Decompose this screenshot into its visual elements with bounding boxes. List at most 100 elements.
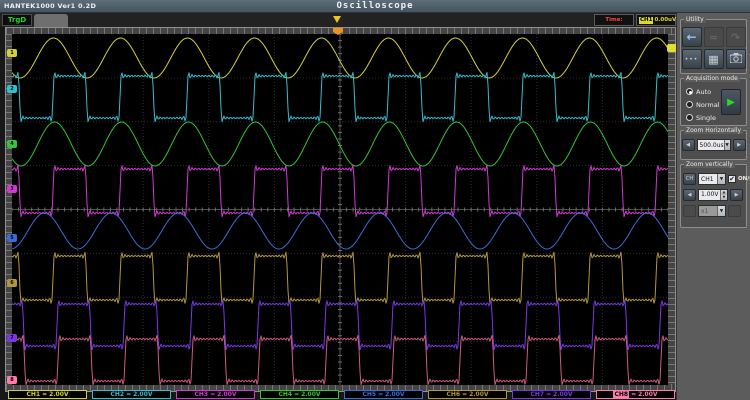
timebase-decrease-button[interactable]: ◀ xyxy=(682,139,695,151)
undo-button: ↷ xyxy=(726,27,746,47)
chevron-right-icon: ▶ xyxy=(737,142,741,148)
coupling-icon: = xyxy=(42,391,47,398)
channel-chip-volts: 2.00V xyxy=(553,391,572,398)
play-icon: ▶ xyxy=(727,97,735,108)
volts-per-div-spinner[interactable]: 1.00V ▲ ▼ xyxy=(698,189,728,201)
title-bar: HANTEK1000 Ver1 0.2D Oscilloscope xyxy=(0,0,750,13)
probe-ratio-value: x1 xyxy=(699,208,717,215)
radio-label: Single xyxy=(696,114,716,122)
camera-button[interactable] xyxy=(726,49,746,69)
radio-icon[interactable] xyxy=(686,114,693,121)
channel-6-offset-marker[interactable]: 6 xyxy=(7,279,17,287)
zoom-horizontal-title: Zoom Horizontally xyxy=(684,127,743,134)
coupling-icon: = xyxy=(631,391,636,398)
channel-4-offset-marker[interactable]: 4 xyxy=(7,140,17,148)
acquisition-group-title: Acquisition mode xyxy=(684,75,740,82)
channel-chip-name: CH1 xyxy=(26,391,40,398)
channel-chip-name: CH6 xyxy=(446,391,460,398)
channel-onoff-checkbox[interactable]: ✔ xyxy=(728,175,736,183)
chevron-right-icon: ▶ xyxy=(735,192,739,198)
acquisition-option-normal[interactable]: Normal xyxy=(686,98,720,111)
waveform-plot[interactable] xyxy=(12,34,668,385)
pulse-button: ≈ xyxy=(704,27,724,47)
acquisition-option-single[interactable]: Single xyxy=(686,111,720,124)
channel-chip-name: CH7 xyxy=(530,391,544,398)
back-button[interactable]: ← xyxy=(682,27,702,47)
probe-decrease-button xyxy=(683,205,696,217)
coupling-icon: = xyxy=(462,391,467,398)
check-icon: ✔ xyxy=(729,175,735,183)
channel-status-bar: CH1=2.00VCH2=2.00VCH3=2.00VCH4=2.00VCH5=… xyxy=(5,390,676,400)
channel-chip-name: CH8 xyxy=(613,391,629,398)
radio-label: Normal xyxy=(696,101,720,109)
channel-chip-volts: 2.00V xyxy=(385,391,404,398)
channel-chip-ch2[interactable]: CH2=2.00V xyxy=(92,390,171,399)
trigger-level-marker[interactable] xyxy=(667,44,676,52)
zoom-vertical-title: Zoom vertically xyxy=(684,161,735,168)
channel-chip-ch1[interactable]: CH1=2.00V xyxy=(8,390,87,399)
radio-icon[interactable] xyxy=(686,101,693,108)
trigger-readout: CH1 0.00uV xyxy=(636,14,676,26)
timebase-value: 500.0us xyxy=(698,142,724,149)
volts-decrease-button[interactable]: ◀ xyxy=(683,189,696,201)
channel-chip-name: CH3 xyxy=(194,391,208,398)
run-stop-button[interactable]: ▶ xyxy=(721,89,741,115)
channel-chip-volts: 2.00V xyxy=(133,391,152,398)
undo-icon: ↷ xyxy=(731,31,740,44)
channel-3-offset-marker[interactable]: 3 xyxy=(7,185,17,193)
acquisition-group: Acquisition mode Auto Normal Single ▶ xyxy=(680,78,747,126)
channel-chip-ch4[interactable]: CH4=2.00V xyxy=(260,390,339,399)
channel-chip-ch6[interactable]: CH6=2.00V xyxy=(428,390,507,399)
utility-group-title: Utility xyxy=(684,16,706,23)
zoom-vertical-group: Zoom vertically CH CH1 ▼ ✔ ON/OFF ◀ 1.00… xyxy=(680,164,747,228)
control-panel: Utility ← ≈ ↷ ••• ▦ Acquisition mode Auto Nor… xyxy=(676,13,750,400)
channel-8-offset-marker[interactable]: 8 xyxy=(7,376,17,384)
channel-chip-ch7[interactable]: CH7=2.00V xyxy=(512,390,591,399)
channel-2-offset-marker[interactable]: 2 xyxy=(7,85,17,93)
probe-increase-button xyxy=(728,205,741,217)
channel-chip-ch8[interactable]: CH8=2.00V xyxy=(596,390,675,399)
chevron-left-icon: ◀ xyxy=(686,142,690,148)
utility-group: Utility ← ≈ ↷ ••• ▦ xyxy=(680,19,747,74)
channel-chip-volts: 2.00V xyxy=(49,391,68,398)
channel-select-value: CH1 xyxy=(699,176,717,183)
coupling-icon: = xyxy=(210,391,215,398)
channel-7-offset-marker[interactable]: 7 xyxy=(7,334,17,342)
back-arrow-icon: ← xyxy=(686,30,696,44)
channel-select[interactable]: CH1 ▼ xyxy=(698,173,726,185)
timebase-increase-button[interactable]: ▶ xyxy=(733,139,746,151)
chevron-left-icon: ◀ xyxy=(688,192,692,198)
channel-mode-label: CH xyxy=(686,176,693,182)
qr-code-icon: ▦ xyxy=(708,53,718,66)
timebase-readout: Time: 500.0us xyxy=(594,14,634,26)
channel-chip-ch3[interactable]: CH3=2.00V xyxy=(176,390,255,399)
coupling-icon: = xyxy=(378,391,383,398)
radio-icon[interactable] xyxy=(686,88,693,95)
trigger-time-marker-icon[interactable] xyxy=(333,16,341,23)
channel-chip-volts: 2.00V xyxy=(217,391,236,398)
acquisition-option-auto[interactable]: Auto xyxy=(686,85,720,98)
more-button[interactable]: ••• xyxy=(682,49,702,69)
channel-mode-button[interactable]: CH xyxy=(683,173,696,185)
timebase-select[interactable]: 500.0us ▼ xyxy=(697,139,731,151)
oscilloscope-window: HANTEK1000 Ver1 0.2D Oscilloscope TrgD T… xyxy=(0,0,750,400)
channel-chip-ch5[interactable]: CH5=2.00V xyxy=(344,390,423,399)
channel-chip-name: CH2 xyxy=(110,391,124,398)
coupling-icon: = xyxy=(294,391,299,398)
onoff-label: ON/OFF xyxy=(738,176,750,182)
trigger-mode-badge[interactable]: TrgD xyxy=(2,14,32,26)
page-title: Oscilloscope xyxy=(0,1,750,11)
channel-5-offset-marker[interactable]: 5 xyxy=(7,234,17,242)
chevron-down-icon: ▼ xyxy=(717,174,725,184)
toolbar-tab[interactable] xyxy=(34,14,68,27)
qrcode-button[interactable]: ▦ xyxy=(704,49,724,69)
spinner-arrows[interactable]: ▲ ▼ xyxy=(720,190,727,200)
volts-per-div-value: 1.00V xyxy=(699,190,720,200)
channel-chip-volts: 2.00V xyxy=(469,391,488,398)
right-ruler xyxy=(668,34,675,384)
channel-1-offset-marker[interactable]: 1 xyxy=(7,49,17,57)
volts-increase-button[interactable]: ▶ xyxy=(730,189,743,201)
zoom-horizontal-group: Zoom Horizontally ◀ 500.0us ▼ ▶ xyxy=(680,130,747,160)
ellipsis-icon: ••• xyxy=(685,56,699,63)
channel-chip-name: CH5 xyxy=(362,391,376,398)
